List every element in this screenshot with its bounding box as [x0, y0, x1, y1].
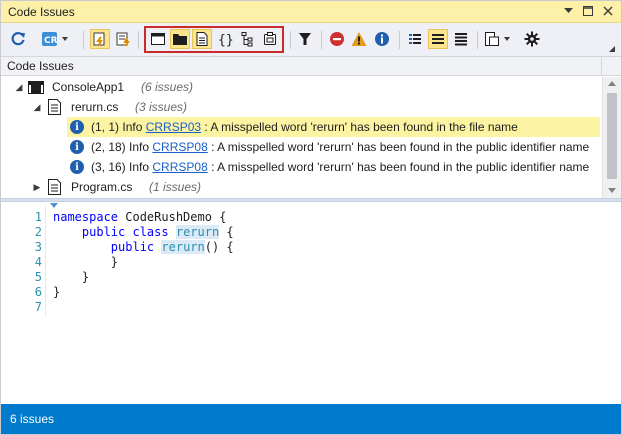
issue-row[interactable]: i (2, 18) Info CRRSP08 : A misspelled wo…: [67, 137, 600, 157]
tree-scrollbar[interactable]: [602, 77, 621, 198]
code-editor[interactable]: 1 2 3 4 5 6 7 namespace CodeRushDemo { p…: [1, 202, 621, 404]
scope-hierarchy-icon[interactable]: [237, 29, 257, 49]
project-issue-count: (6 issues): [141, 80, 194, 94]
file-issue-count: (1 issues): [149, 180, 202, 194]
close-icon[interactable]: [601, 4, 615, 18]
group-by-file-icon[interactable]: [405, 29, 425, 49]
issue-text: (2, 18) Info CRRSP08 : A misspelled word…: [91, 140, 590, 154]
cr-menu-icon[interactable]: CR: [41, 29, 71, 49]
settings-icon[interactable]: [522, 29, 542, 49]
code-line: namespace CodeRushDemo {: [53, 210, 227, 224]
tree-file-row[interactable]: ◢ rerurn.cs (3 issues): [1, 97, 602, 117]
scope-braces-icon[interactable]: {}: [215, 29, 235, 49]
scope-solution-icon[interactable]: [148, 29, 168, 49]
scope-folder-icon[interactable]: [170, 29, 190, 49]
group-flat-icon[interactable]: [451, 29, 471, 49]
tree-file-row[interactable]: ▶ Program.cs (1 issues): [1, 177, 602, 197]
file-icon: [48, 179, 61, 198]
code-issues-window: Code Issues CR {} Code Issues ◢ ConsoleA…: [0, 0, 622, 435]
error-icon[interactable]: [327, 29, 347, 49]
window-title: Code Issues: [8, 4, 75, 19]
highlighted-identifier: rerurn: [175, 225, 220, 239]
info-icon: i: [70, 140, 84, 154]
project-name: ConsoleApp1: [52, 80, 125, 94]
code-line: }: [53, 270, 90, 284]
info-icon: i: [70, 160, 84, 174]
line-number-gutter: 1 2 3 4 5 6 7: [1, 202, 45, 404]
scope-project-icon[interactable]: [260, 29, 280, 49]
line-number: 2: [34, 225, 42, 239]
export-icon[interactable]: [484, 29, 514, 49]
highlight-file-issues-icon[interactable]: [113, 29, 133, 49]
line-number: 6: [34, 285, 42, 299]
maximize-icon[interactable]: [581, 4, 595, 18]
dropdown-arrow-icon[interactable]: [561, 4, 575, 18]
issue-marker-icon: [50, 203, 58, 208]
line-number: 1: [34, 210, 42, 224]
issue-row[interactable]: i (1, 1) Info CRRSP03 : A misspelled wor…: [67, 117, 600, 137]
line-number: 7: [34, 300, 42, 314]
highlighted-identifier: rerurn: [161, 240, 205, 254]
filter-icon[interactable]: [295, 29, 315, 49]
line-number: 5: [34, 270, 42, 284]
toolbar: CR {}: [1, 23, 621, 57]
warning-icon[interactable]: [349, 29, 369, 49]
code-line: }: [53, 285, 61, 299]
expanded-arrow-icon[interactable]: ◢: [14, 82, 24, 93]
issues-tree: ◢ ConsoleApp1 (6 issues) ◢ rerurn.cs (3 …: [1, 77, 602, 198]
issue-code-link[interactable]: CRRSP08: [152, 160, 207, 174]
info-icon[interactable]: [372, 29, 392, 49]
code-line: public rerurn() {: [110, 240, 234, 254]
code-line: }: [53, 255, 119, 269]
toolbar-overflow-icon[interactable]: [609, 46, 615, 52]
info-icon: i: [70, 120, 84, 134]
status-bar: 6 issues: [1, 404, 621, 434]
column-header: Code Issues: [1, 57, 621, 76]
line-number: 3: [34, 240, 42, 254]
issue-text: (3, 16) Info CRRSP08 : A misspelled word…: [91, 160, 590, 174]
file-name: rerurn.cs: [71, 100, 119, 114]
file-icon: [48, 99, 61, 118]
issue-code-link[interactable]: CRRSP03: [146, 120, 201, 134]
group-by-type-icon[interactable]: [428, 29, 448, 49]
status-text: 6 issues: [10, 412, 55, 426]
scope-file-icon[interactable]: [192, 29, 212, 49]
code-line: public class rerurn {: [81, 225, 234, 239]
scroll-down-icon[interactable]: [608, 188, 616, 193]
file-name: Program.cs: [71, 180, 133, 194]
scroll-thumb[interactable]: [607, 93, 617, 179]
title-bar: Code Issues: [1, 1, 621, 23]
issue-text: (1, 1) Info CRRSP03 : A misspelled word …: [91, 120, 518, 134]
project-icon: [28, 80, 44, 97]
header-label: Code Issues: [7, 59, 74, 73]
file-issue-count: (3 issues): [135, 100, 188, 114]
scroll-up-icon[interactable]: [608, 81, 616, 86]
expanded-arrow-icon[interactable]: ◢: [32, 102, 42, 113]
refresh-icon[interactable]: [8, 29, 28, 49]
collapsed-arrow-icon[interactable]: ▶: [32, 182, 42, 193]
tree-project-row[interactable]: ◢ ConsoleApp1 (6 issues): [1, 77, 602, 97]
issue-code-link[interactable]: CRRSP08: [152, 140, 207, 154]
highlight-issues-icon[interactable]: [90, 29, 110, 49]
line-number: 4: [34, 255, 42, 269]
svg-text:CR: CR: [44, 36, 58, 46]
issue-row[interactable]: i (3, 16) Info CRRSP08 : A misspelled wo…: [67, 157, 600, 177]
svg-text:{}: {}: [218, 33, 233, 47]
